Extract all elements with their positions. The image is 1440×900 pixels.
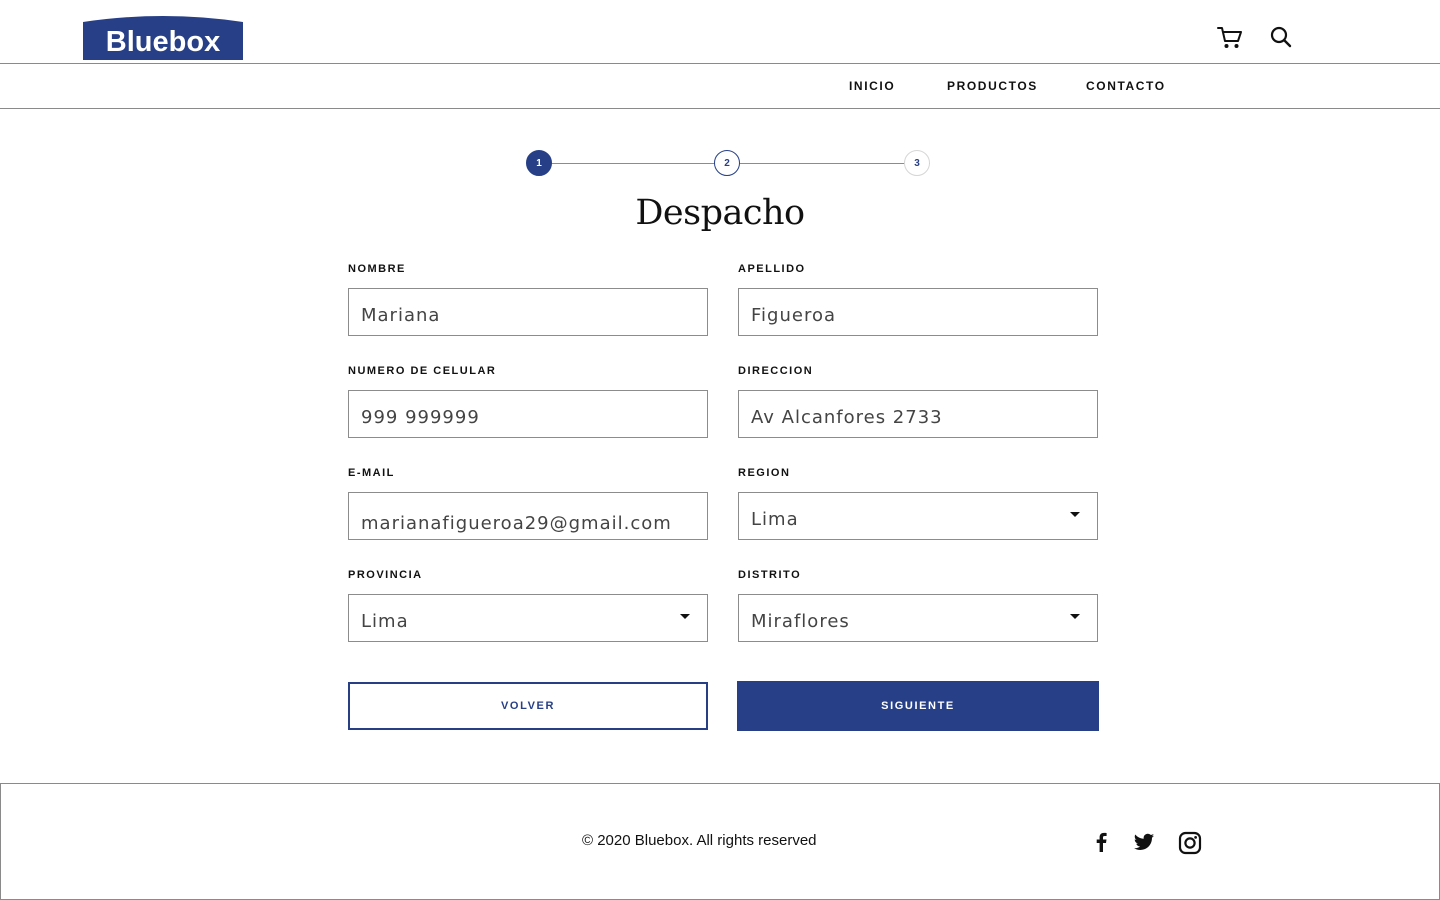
distrito-select[interactable]: Miraflores bbox=[738, 594, 1098, 642]
region-value: Lima bbox=[751, 509, 799, 530]
nombre-field[interactable]: Mariana bbox=[348, 288, 708, 336]
search-icon[interactable] bbox=[1270, 26, 1296, 50]
distrito-value: Miraflores bbox=[751, 611, 850, 632]
top-header: Bluebox bbox=[0, 0, 1440, 64]
apellido-field[interactable]: Figueroa bbox=[738, 288, 1098, 336]
step-2-indicator: 2 bbox=[714, 150, 740, 176]
provincia-value: Lima bbox=[361, 611, 409, 632]
direccion-value: Av Alcanfores 2733 bbox=[751, 407, 943, 428]
email-value: marianafigueroa29@gmail.com bbox=[361, 513, 672, 534]
apellido-label: APELLIDO bbox=[738, 263, 806, 275]
instagram-icon[interactable] bbox=[1178, 831, 1202, 855]
celular-value: 999 999999 bbox=[361, 407, 480, 428]
stepper-connector bbox=[740, 163, 930, 164]
step-1-indicator: 1 bbox=[526, 150, 552, 176]
celular-field[interactable]: 999 999999 bbox=[348, 390, 708, 438]
provincia-select[interactable]: Lima bbox=[348, 594, 708, 642]
main-nav: INICIO PRODUCTOS CONTACTO bbox=[0, 64, 1440, 109]
region-select[interactable]: Lima bbox=[738, 492, 1098, 540]
bluebox-logo[interactable]: Bluebox bbox=[81, 14, 245, 60]
logo-text: Bluebox bbox=[106, 26, 220, 58]
back-button[interactable]: VOLVER bbox=[348, 682, 708, 730]
twitter-icon[interactable] bbox=[1133, 831, 1155, 853]
celular-label: NUMERO DE CELULAR bbox=[348, 365, 497, 377]
apellido-value: Figueroa bbox=[751, 305, 837, 326]
nav-item-contacto[interactable]: CONTACTO bbox=[1086, 79, 1166, 93]
facebook-icon[interactable] bbox=[1090, 831, 1112, 853]
step-3-indicator: 3 bbox=[904, 150, 930, 176]
chevron-down-icon bbox=[680, 614, 690, 619]
nombre-label: NOMBRE bbox=[348, 263, 406, 275]
stepper-connector bbox=[551, 163, 740, 164]
provincia-label: PROVINCIA bbox=[348, 569, 423, 581]
chevron-down-icon bbox=[1070, 614, 1080, 619]
page-title: Despacho bbox=[635, 193, 805, 233]
nombre-value: Mariana bbox=[361, 305, 441, 326]
region-label: REGION bbox=[738, 467, 791, 479]
next-button[interactable]: SIGUIENTE bbox=[737, 681, 1099, 731]
copyright-text: © 2020 Bluebox. All rights reserved bbox=[582, 832, 817, 849]
email-label: E-MAIL bbox=[348, 467, 395, 479]
chevron-down-icon bbox=[1070, 512, 1080, 517]
email-field[interactable]: marianafigueroa29@gmail.com bbox=[348, 492, 708, 540]
nav-item-productos[interactable]: PRODUCTOS bbox=[947, 79, 1038, 93]
nav-item-inicio[interactable]: INICIO bbox=[849, 79, 895, 93]
logo-mark: Bluebox bbox=[83, 16, 243, 60]
cart-icon[interactable] bbox=[1217, 26, 1243, 50]
distrito-label: DISTRITO bbox=[738, 569, 802, 581]
direccion-field[interactable]: Av Alcanfores 2733 bbox=[738, 390, 1098, 438]
checkout-stepper: 1 2 3 bbox=[526, 150, 931, 177]
page-footer: © 2020 Bluebox. All rights reserved bbox=[0, 783, 1440, 900]
direccion-label: DIRECCION bbox=[738, 365, 814, 377]
